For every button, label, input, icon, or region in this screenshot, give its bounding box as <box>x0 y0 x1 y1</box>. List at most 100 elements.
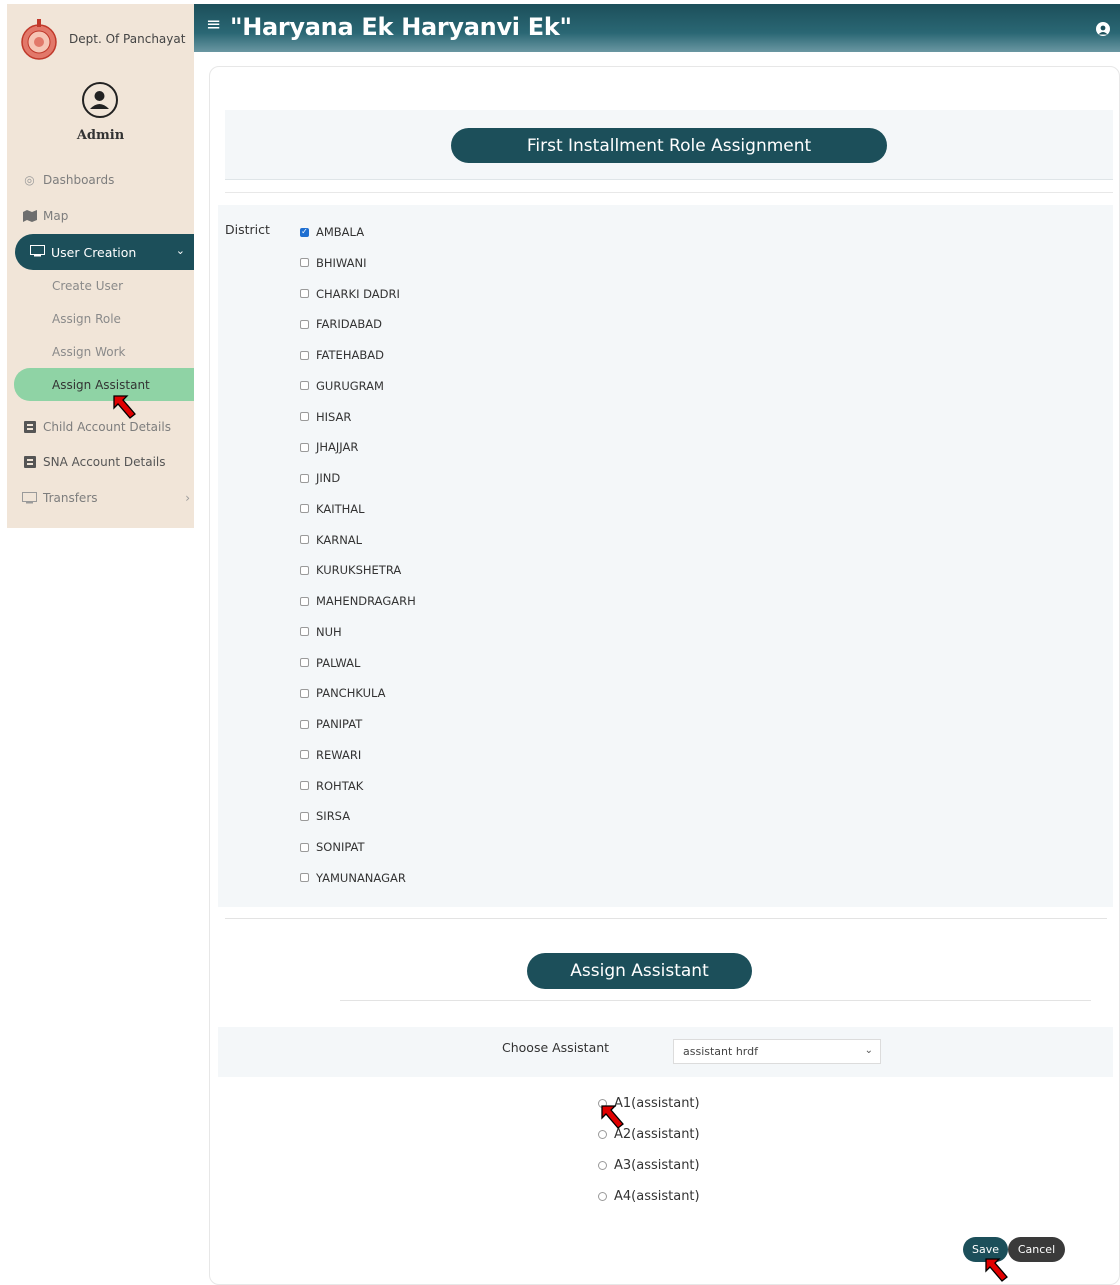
radio-button[interactable] <box>598 1191 607 1201</box>
chevron-down-icon: ⌄ <box>175 244 185 257</box>
district-row[interactable]: CHARKI DADRI <box>300 286 400 302</box>
checkbox[interactable] <box>300 627 309 637</box>
district-row[interactable]: NUH <box>300 624 342 640</box>
sidebar-item-user-creation[interactable]: User Creation ⌄ <box>15 234 194 270</box>
district-row[interactable]: KURUKSHETRA <box>300 562 401 578</box>
district-label: District <box>225 222 270 237</box>
assistant-select-value: assistant hrdf <box>683 1045 758 1058</box>
divider <box>340 1000 1091 1001</box>
district-name: NUH <box>316 624 342 639</box>
district-row[interactable]: PANIPAT <box>300 716 362 732</box>
top-header: ≡ "Haryana Ek Haryanvi Ek" <box>194 4 1120 52</box>
divider <box>225 918 1107 919</box>
checkbox[interactable] <box>300 258 309 268</box>
checkbox-checked[interactable]: ✓ <box>300 227 309 237</box>
dashboard-icon: ◎ <box>24 173 35 187</box>
annotation-arrow-icon <box>601 1105 624 1129</box>
district-name: ROHTAK <box>316 778 364 793</box>
checkbox[interactable] <box>300 504 309 514</box>
checkbox[interactable] <box>300 781 309 790</box>
district-name: JHAJJAR <box>316 440 359 455</box>
district-name: PALWAL <box>316 655 361 670</box>
radio-button[interactable] <box>598 1160 607 1170</box>
sidebar-item-label: Dashboards <box>43 173 115 187</box>
district-row[interactable]: BHIWANI <box>300 255 367 271</box>
assistant-option-label: A3(assistant) <box>614 1157 700 1173</box>
district-name: KAITHAL <box>316 501 365 516</box>
district-name: PANCHKULA <box>316 686 386 701</box>
checkbox[interactable] <box>300 842 309 852</box>
sidebar-subitem-create-user[interactable]: Create User <box>52 279 123 293</box>
district-name: GURUGRAM <box>316 378 384 393</box>
checkbox[interactable] <box>300 350 309 360</box>
page-title: "Haryana Ek Haryanvi Ek" <box>230 13 572 41</box>
checkbox[interactable] <box>300 873 309 883</box>
district-row[interactable]: KARNAL <box>300 532 362 548</box>
sidebar-subitem-assign-role[interactable]: Assign Role <box>52 312 121 326</box>
district-row[interactable]: PALWAL <box>300 655 360 671</box>
sidebar-item-child-account-details[interactable]: Child Account Details <box>22 415 171 439</box>
checkbox[interactable] <box>300 688 309 698</box>
user-account-icon[interactable] <box>1096 22 1110 36</box>
checkbox[interactable] <box>300 381 309 391</box>
district-name: SIRSA <box>316 809 351 824</box>
district-name: MAHENDRAGARH <box>316 594 416 608</box>
district-row[interactable]: FATEHABAD <box>300 347 384 363</box>
annotation-arrow-icon <box>985 1258 1008 1282</box>
district-row[interactable]: SIRSA <box>300 808 350 824</box>
district-row[interactable]: REWARI <box>300 747 361 763</box>
sidebar-item-map[interactable]: Map <box>22 204 68 228</box>
id-card-icon <box>22 420 37 435</box>
checkbox[interactable] <box>300 596 309 606</box>
transfer-icon <box>22 491 37 506</box>
district-name: YAMUNANAGAR <box>316 870 406 885</box>
assistant-option[interactable]: A4(assistant) <box>598 1187 700 1205</box>
checkbox[interactable] <box>300 289 309 298</box>
sidebar-item-label: SNA Account Details <box>43 455 166 469</box>
checkbox[interactable] <box>300 719 309 729</box>
checkbox[interactable] <box>300 535 309 544</box>
sidebar-subitem-assign-work[interactable]: Assign Work <box>52 345 125 359</box>
assistant-select[interactable]: assistant hrdf ⌄ <box>673 1039 881 1064</box>
district-row[interactable]: KAITHAL <box>300 501 365 517</box>
checkbox[interactable] <box>300 658 309 667</box>
checkbox[interactable] <box>300 473 309 483</box>
choose-assistant-panel <box>218 1027 1113 1077</box>
chevron-right-icon: › <box>185 491 190 505</box>
sidebar-item-sna-account-details[interactable]: SNA Account Details <box>22 450 165 474</box>
district-row[interactable]: JIND <box>300 470 340 486</box>
user-creation-icon <box>30 244 45 260</box>
district-row[interactable]: JHAJJAR <box>300 439 358 455</box>
district-name: FARIDABAD <box>316 317 382 332</box>
district-row[interactable]: ROHTAK <box>300 778 363 794</box>
hamburger-menu-icon[interactable]: ≡ <box>206 14 221 35</box>
district-name: SONIPAT <box>316 840 365 854</box>
checkbox[interactable] <box>300 811 309 821</box>
district-name: REWARI <box>316 747 362 762</box>
district-row[interactable]: YAMUNANAGAR <box>300 870 406 886</box>
district-row[interactable]: HISAR <box>300 409 351 425</box>
checkbox[interactable] <box>300 442 309 452</box>
sidebar-item-dashboards[interactable]: ◎ Dashboards <box>22 168 114 192</box>
checkbox[interactable] <box>300 412 309 421</box>
chevron-down-icon: ⌄ <box>864 1045 873 1056</box>
sidebar-subitem-assign-assistant[interactable]: Assign Assistant <box>14 368 194 401</box>
district-name: BHIWANI <box>316 255 367 270</box>
sidebar: Dept. Of Panchayat Admin ◎ Dashboards Ma… <box>7 4 194 528</box>
district-row[interactable]: PANCHKULA <box>300 685 386 701</box>
district-row[interactable]: GURUGRAM <box>300 378 384 394</box>
id-card-icon <box>22 455 37 470</box>
district-row[interactable]: ✓ AMBALA <box>300 224 364 240</box>
district-name: JIND <box>316 471 341 485</box>
checkbox[interactable] <box>300 565 309 575</box>
assistant-option[interactable]: A3(assistant) <box>598 1156 700 1174</box>
checkbox[interactable] <box>300 750 309 760</box>
cancel-button[interactable]: Cancel <box>1008 1237 1065 1262</box>
district-row[interactable]: FARIDABAD <box>300 316 382 332</box>
sidebar-item-label: Child Account Details <box>43 420 171 434</box>
checkbox[interactable] <box>300 319 309 329</box>
district-row[interactable]: SONIPAT <box>300 839 365 855</box>
sidebar-item-transfers[interactable]: Transfers › <box>22 486 190 510</box>
brand-text: Dept. Of Panchayat <box>69 32 186 46</box>
district-row[interactable]: MAHENDRAGARH <box>300 593 416 609</box>
